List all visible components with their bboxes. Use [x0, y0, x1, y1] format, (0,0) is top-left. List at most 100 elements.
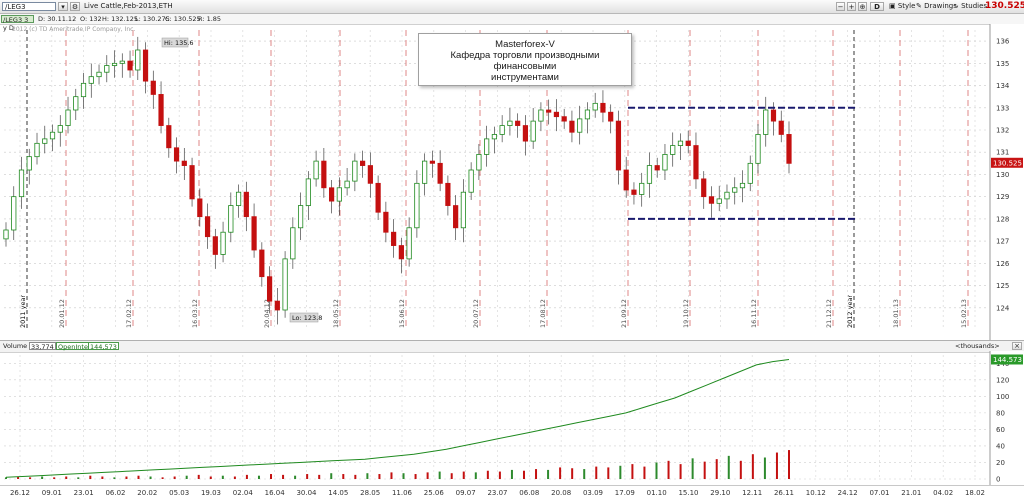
- zoom-out-button[interactable]: −: [836, 2, 845, 11]
- candle: [259, 249, 265, 278]
- time-tick-label: 29.10: [710, 489, 730, 497]
- month-divider-label: 18.05.12: [332, 299, 340, 328]
- candle: [73, 96, 79, 111]
- price-tick-label: 135: [996, 60, 1009, 68]
- candle: [274, 300, 280, 311]
- candle: [414, 182, 420, 229]
- style-icon: ▣: [889, 2, 898, 10]
- volume-bar: [703, 461, 706, 479]
- drawings-icon: ✎: [916, 2, 925, 10]
- candle: [732, 187, 738, 193]
- time-tick-label: 23.01: [74, 489, 94, 497]
- volume-bar: [535, 469, 538, 479]
- month-divider-label: 21.12.12: [825, 299, 833, 328]
- candle: [646, 165, 653, 184]
- annotation-line-3: инструментами: [491, 72, 559, 83]
- volume-bar: [547, 469, 550, 479]
- symbol-dropdown-button[interactable]: ▾: [58, 2, 68, 11]
- timeframe-d-button[interactable]: D: [870, 2, 884, 11]
- candle: [282, 258, 288, 311]
- candle: [251, 216, 257, 251]
- volume-bar: [559, 467, 562, 479]
- volume-bar: [462, 471, 465, 479]
- candle: [329, 187, 335, 202]
- volume-bar: [125, 476, 128, 479]
- candle: [755, 134, 761, 164]
- candle: [111, 62, 118, 66]
- volume-bar: [643, 466, 646, 479]
- volume-tick-label: 0: [996, 476, 1000, 484]
- volume-bar: [101, 476, 104, 479]
- candle: [639, 182, 645, 195]
- symbol-chip[interactable]: /LEG3 3 y D: [1, 15, 34, 32]
- drawings-menu[interactable]: ✎ Drawings: [916, 2, 957, 11]
- candle: [530, 120, 536, 142]
- volume-bar: [751, 454, 754, 479]
- time-tick-label: 24.12: [838, 489, 858, 497]
- volume-bar: [510, 469, 513, 479]
- time-tick-label: 14.05: [328, 489, 348, 497]
- time-tick-label: 21.01: [901, 489, 921, 497]
- candle: [468, 169, 474, 193]
- last-price-display: 130.525: [985, 1, 1024, 11]
- last-price-marker-label: 130.525: [993, 159, 1022, 167]
- volume-tick-label: 120: [996, 376, 1009, 384]
- volume-bar: [595, 466, 598, 479]
- candle: [344, 180, 350, 189]
- high-label: Hi: 135.6: [164, 39, 194, 47]
- crosshair-icon[interactable]: ⊕: [858, 2, 867, 11]
- studies-menu[interactable]: ∿ Studies: [953, 2, 987, 11]
- volume-bar: [197, 474, 200, 479]
- volume-bar: [330, 473, 333, 479]
- candle: [546, 109, 552, 113]
- quote-close: C: 130.525: [165, 15, 201, 23]
- candle: [360, 160, 366, 166]
- volume-bar: [607, 467, 610, 479]
- style-menu[interactable]: ▣ Style: [889, 2, 915, 11]
- volume-bar: [486, 470, 489, 479]
- candle: [701, 178, 707, 198]
- candle: [166, 125, 172, 149]
- volume-bar: [137, 475, 140, 479]
- month-divider-label: 17.02.12: [125, 299, 133, 328]
- volume-bar: [378, 474, 381, 479]
- time-tick-label: 26.11: [774, 489, 794, 497]
- candle: [708, 196, 715, 204]
- volume-bar: [727, 455, 730, 479]
- candle: [716, 198, 722, 204]
- volume-bar: [306, 474, 309, 479]
- price-tick-label: 131: [996, 149, 1009, 157]
- volume-bar: [788, 450, 790, 479]
- month-divider-label: 17.08.12: [539, 299, 547, 328]
- month-divider-label: 20.01.12: [58, 299, 66, 328]
- candle: [212, 236, 218, 255]
- candle: [662, 154, 668, 171]
- candle: [383, 211, 389, 233]
- candle: [119, 60, 125, 64]
- time-tick-label: 02.04: [233, 489, 254, 497]
- zoom-in-button[interactable]: +: [847, 2, 856, 11]
- chart-settings-icon[interactable]: ⚙: [70, 2, 80, 11]
- time-tick-label: 01.10: [647, 489, 667, 497]
- candle: [65, 109, 71, 126]
- price-tick-label: 124: [996, 304, 1010, 312]
- candle: [422, 160, 428, 184]
- time-axis: 26.12 09.01 23.01 06.02 20.02 05.03 19.03 02.04…: [0, 485, 1024, 498]
- volume-bar: [667, 460, 670, 479]
- volume-bar: [270, 474, 273, 479]
- low-label: Lo: 123.8: [292, 314, 322, 322]
- candle: [569, 120, 575, 133]
- annotation-box[interactable]: Masterforex-V Кафедра торговли производн…: [418, 33, 632, 86]
- candle: [693, 145, 699, 180]
- price-tick-label: 128: [996, 215, 1009, 223]
- candle: [561, 116, 567, 122]
- price-tick-label: 132: [996, 127, 1009, 135]
- volume-bar: [342, 474, 345, 479]
- symbol-input[interactable]: /LEG3: [2, 2, 56, 11]
- volume-bar: [65, 476, 68, 479]
- volume-chart[interactable]: 020406080100120140144.573: [0, 351, 1024, 485]
- open-interest-value: 144,573: [88, 342, 119, 351]
- copyright-text: 2012 (c) TD Ameritrade IP Company, Inc.: [12, 26, 136, 33]
- units-label: <thousands>: [955, 342, 1000, 350]
- panel-close-icon[interactable]: ×: [1012, 342, 1022, 350]
